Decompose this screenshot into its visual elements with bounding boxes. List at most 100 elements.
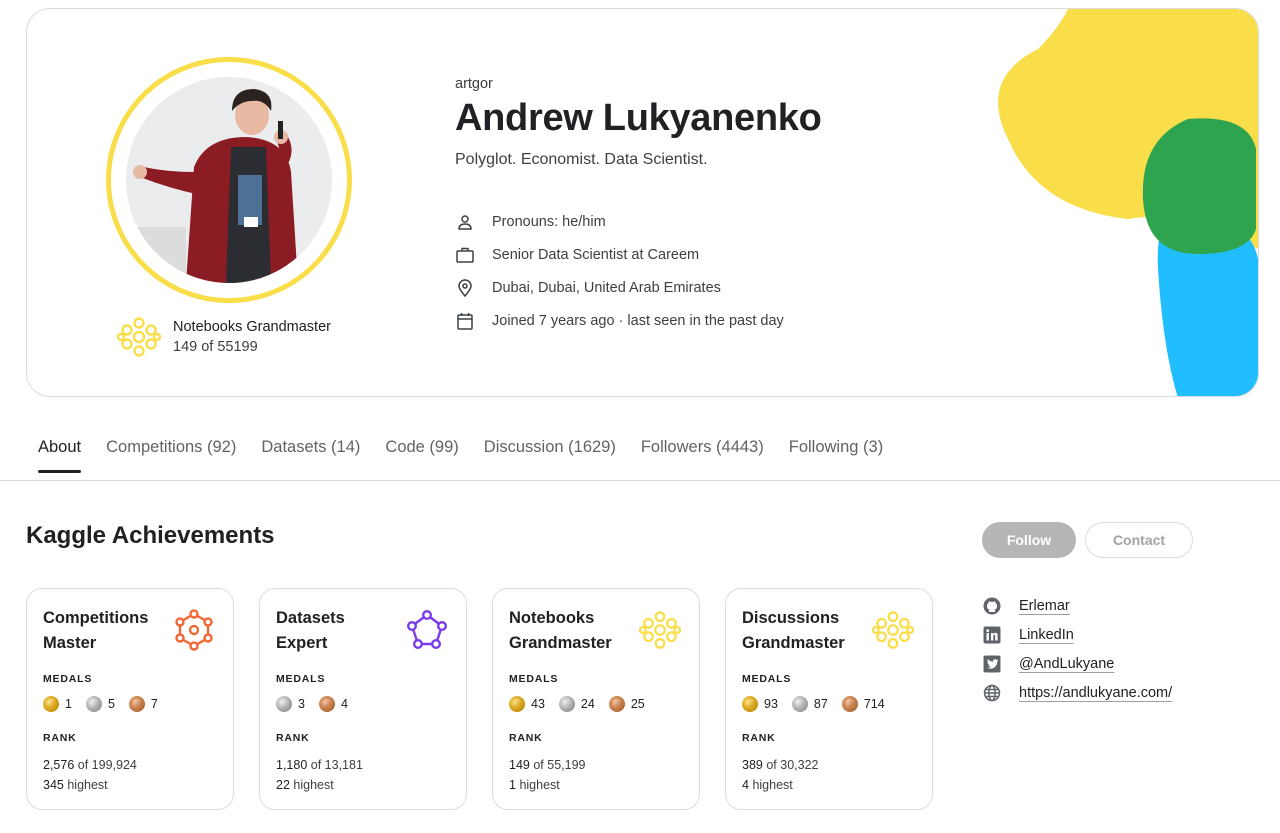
medal-count: 7 (150, 697, 158, 711)
gold-medal-icon (43, 696, 59, 712)
avatar-ring (106, 57, 352, 303)
medal-counts: 43 24 25 (509, 696, 645, 712)
rank-value: 149 (509, 758, 530, 772)
detail-pronouns: Pronouns: he/him (455, 205, 784, 238)
rank-label: RANK (742, 732, 776, 744)
rank-label: RANK (509, 732, 543, 744)
medal-count: 714 (863, 697, 885, 711)
tab-about[interactable]: About (38, 438, 82, 473)
rank-total: of 199,924 (77, 758, 137, 772)
twitter-link[interactable]: @AndLukyane (1019, 656, 1114, 672)
social-links: Erlemar LinkedIn @AndLukyane https://and… (983, 591, 1172, 707)
github-icon (983, 597, 1001, 615)
highest-rank: 22 highest (276, 778, 334, 792)
achievement-card-datasets[interactable]: Datasets Expert MEDALS 3 4 RANK 1,180 of… (259, 588, 467, 810)
datasets-expert-icon (407, 610, 448, 650)
medal-count: 5 (107, 697, 115, 711)
contact-button[interactable]: Contact (1085, 522, 1193, 558)
avatar-photo (126, 77, 332, 283)
detail-occupation: Senior Data Scientist at Careem (455, 238, 784, 271)
follow-button[interactable]: Follow (982, 522, 1076, 558)
linkedin-icon (983, 626, 1001, 644)
medal-count: 43 (531, 697, 545, 711)
rank-value: 389 (742, 758, 763, 772)
briefcase-icon (455, 245, 475, 265)
profile-bio: Polyglot. Economist. Data Scientist. (455, 151, 708, 168)
username: artgor (455, 76, 493, 92)
notebooks-grandmaster-icon (117, 317, 161, 357)
highest-value: 345 (43, 778, 64, 792)
tier-badge: Notebooks Grandmaster 149 of 55199 (117, 315, 331, 359)
gold-medal: 93 (742, 696, 778, 712)
achievement-card-competitions[interactable]: Competitions Master MEDALS 1 5 7 RANK 2,… (26, 588, 234, 810)
github-link[interactable]: Erlemar (1019, 598, 1070, 614)
rank-value: 2,576 (43, 758, 75, 772)
highest-rank: 345 highest (43, 778, 108, 792)
bronze-medal: 7 (128, 696, 158, 712)
current-rank: 1,180 of 13,181 (276, 758, 363, 772)
bronze-medal-icon (318, 696, 335, 712)
rank-total: of 13,181 (310, 758, 363, 772)
medals-label: MEDALS (509, 673, 559, 685)
detail-location: Dubai, Dubai, United Arab Emirates (455, 271, 784, 304)
current-rank: 389 of 30,322 (742, 758, 818, 772)
avatar[interactable] (126, 77, 332, 283)
bronze-medal-icon (128, 696, 145, 712)
tab-following[interactable]: Following (3) (789, 438, 883, 470)
silver-medal-icon (276, 696, 292, 712)
medal-count: 25 (630, 697, 645, 711)
link-linkedin: LinkedIn (983, 620, 1172, 649)
highest-rank: 4 highest (742, 778, 793, 792)
tab-competitions[interactable]: Competitions (92) (106, 438, 236, 470)
tab-discussion[interactable]: Discussion (1629) (484, 438, 616, 470)
tab-followers[interactable]: Followers (4443) (641, 438, 764, 470)
tab-code[interactable]: Code (99) (385, 438, 458, 470)
gold-medal-icon (509, 696, 525, 712)
detail-text: Pronouns: he/him (492, 213, 606, 230)
person-icon (455, 212, 475, 232)
highest-label: highest (293, 778, 334, 792)
silver-medal: 3 (276, 696, 305, 712)
website-link[interactable]: https://andlukyane.com/ (1019, 685, 1172, 701)
globe-icon (983, 684, 1001, 702)
rank-total: of 30,322 (766, 758, 819, 772)
medal-count: 24 (580, 697, 595, 711)
gold-medal: 1 (43, 696, 72, 712)
competitions-master-icon (175, 609, 213, 651)
notebooks-grandmaster-icon (639, 611, 681, 649)
twitter-icon (983, 655, 1001, 673)
link-twitter: @AndLukyane (983, 649, 1172, 678)
gold-medal-icon (742, 696, 758, 712)
silver-medal-icon (791, 696, 808, 712)
medal-count: 4 (340, 697, 348, 711)
achievement-card-discussions[interactable]: Discussions Grandmaster MEDALS 93 87 714… (725, 588, 933, 810)
link-github: Erlemar (983, 591, 1172, 620)
detail-text: Senior Data Scientist at Careem (492, 246, 700, 263)
medal-counts: 3 4 (276, 696, 348, 712)
silver-medal-icon (85, 696, 102, 712)
profile-details: Pronouns: he/him Senior Data Scientist a… (455, 205, 784, 337)
calendar-icon (455, 311, 475, 331)
silver-medal: 5 (85, 696, 115, 712)
profile-name: Andrew Lukyanenko (455, 97, 822, 139)
bronze-medal: 4 (318, 696, 348, 712)
card-title: Datasets Expert (276, 609, 345, 652)
bronze-medal-icon (608, 696, 625, 712)
tier-rank: 149 of 55199 (173, 339, 258, 355)
highest-rank: 1 highest (509, 778, 560, 792)
current-rank: 2,576 of 199,924 (43, 758, 137, 772)
tab-datasets[interactable]: Datasets (14) (261, 438, 360, 470)
detail-text: Dubai, Dubai, United Arab Emirates (492, 279, 721, 296)
gold-medal: 43 (509, 696, 545, 712)
bronze-medal-icon (841, 696, 858, 712)
silver-medal: 87 (791, 696, 828, 712)
medals-label: MEDALS (43, 673, 93, 685)
link-website: https://andlukyane.com/ (983, 678, 1172, 707)
bronze-medal: 714 (841, 696, 885, 712)
medal-count: 93 (764, 697, 778, 711)
medals-label: MEDALS (276, 673, 326, 685)
discussions-grandmaster-icon (872, 611, 914, 649)
linkedin-link[interactable]: LinkedIn (1019, 627, 1074, 643)
achievement-card-notebooks[interactable]: Notebooks Grandmaster MEDALS 43 24 25 RA… (492, 588, 700, 810)
medal-counts: 1 5 7 (43, 696, 158, 712)
